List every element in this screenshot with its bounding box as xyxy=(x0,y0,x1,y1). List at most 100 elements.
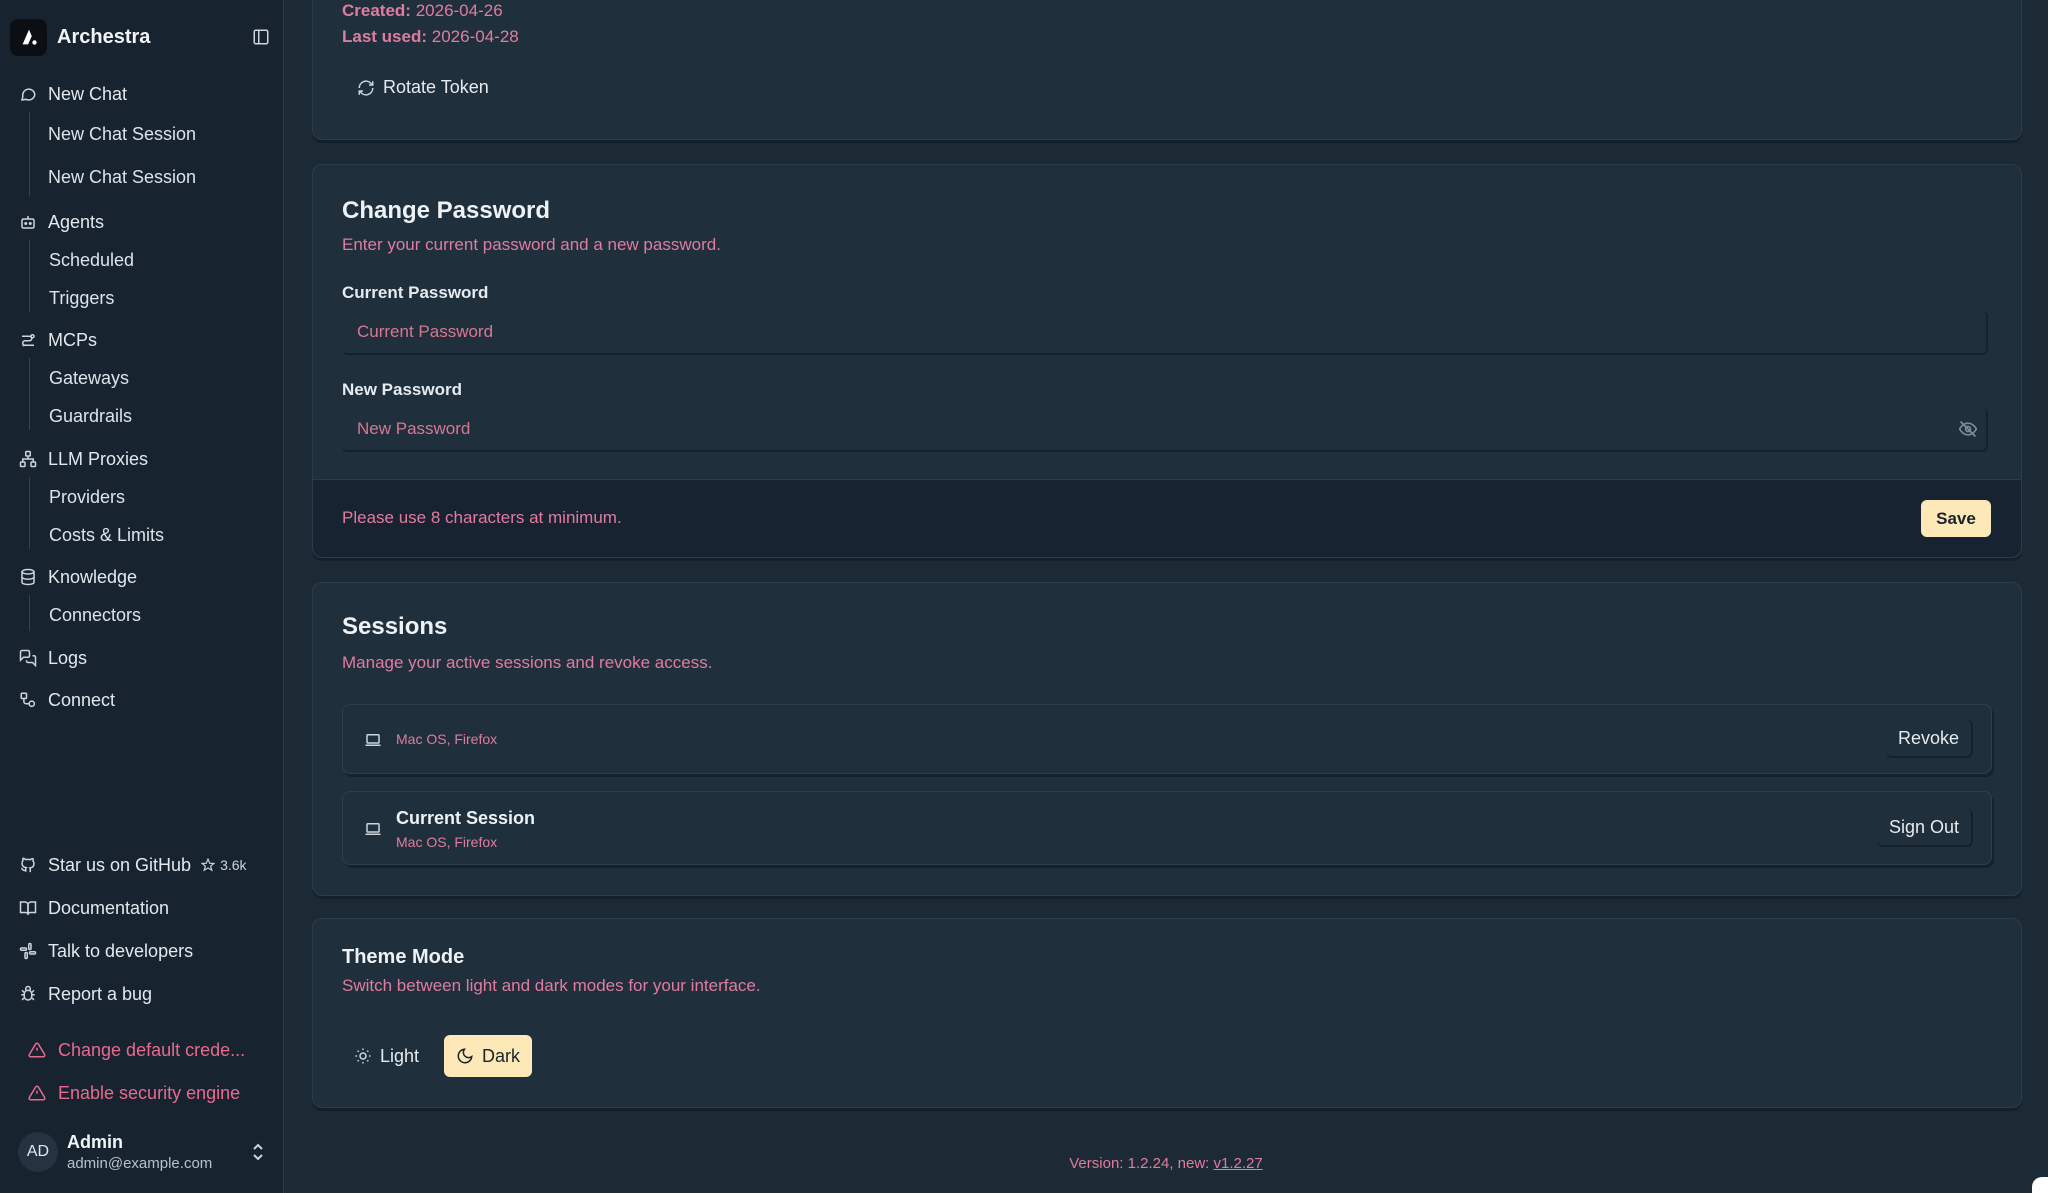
sidebar-item-providers[interactable]: Providers xyxy=(49,482,125,512)
app-name: Archestra xyxy=(57,25,151,48)
sidebar-item-documentation[interactable]: Documentation xyxy=(18,893,169,923)
theme-light-label: Light xyxy=(380,1045,420,1066)
sidebar-item-new-chat[interactable]: New Chat xyxy=(18,79,127,109)
nav-divider-line xyxy=(29,477,30,549)
theme-mode-title: Theme Mode xyxy=(342,946,465,968)
connect-icon xyxy=(18,690,38,710)
bot-icon xyxy=(18,212,38,232)
nav-divider-line xyxy=(29,112,30,196)
chat-bubble-icon xyxy=(18,84,38,104)
token-last-used: Last used: 2026-04-28 xyxy=(342,27,519,47)
nav-divider-line xyxy=(29,358,30,430)
warning-label: Enable security engine xyxy=(58,1082,241,1103)
current-password-input[interactable] xyxy=(342,311,1988,355)
change-password-title: Change Password xyxy=(342,197,551,224)
sidebar-item-logs[interactable]: Logs xyxy=(18,643,87,673)
version-text: Version: 1.2.24, new: xyxy=(1069,1155,1214,1172)
server-icon xyxy=(18,330,38,350)
warning-security-engine[interactable]: Enable security engine xyxy=(28,1079,240,1107)
warning-change-credentials[interactable]: Change default crede... xyxy=(28,1036,245,1064)
corner-decoration xyxy=(2032,1177,2048,1193)
sessions-description: Manage your active sessions and revoke a… xyxy=(342,653,713,672)
sign-out-button[interactable]: Sign Out xyxy=(1876,809,1973,847)
brand[interactable]: Archestra xyxy=(10,18,274,56)
warning-label: Change default crede... xyxy=(58,1039,246,1060)
sidebar-item-github[interactable]: Star us on GitHub 3.6k xyxy=(18,850,247,880)
nav-divider-line xyxy=(29,595,30,631)
sidebar-item-label: Agents xyxy=(48,211,105,232)
sessions-card: Sessions Manage your active sessions and… xyxy=(312,582,2022,896)
session-row: Mac OS, Firefox Revoke xyxy=(342,704,1992,774)
session-title: Current Session xyxy=(396,808,536,828)
sidebar: Archestra New Chat New Chat Session New … xyxy=(0,0,284,1193)
rotate-token-label: Rotate Token xyxy=(383,77,489,97)
sidebar-item-scheduled[interactable]: Scheduled xyxy=(49,245,134,275)
sidebar-item-label: Star us on GitHub xyxy=(48,854,192,875)
sidebar-item-connectors[interactable]: Connectors xyxy=(49,600,141,630)
archestra-logo-icon xyxy=(10,18,47,56)
sidebar-item-costs-limits[interactable]: Costs & Limits xyxy=(49,520,164,550)
revoke-button[interactable]: Revoke xyxy=(1885,720,1973,758)
sidebar-item-triggers[interactable]: Triggers xyxy=(49,283,114,313)
change-password-footer: Please use 8 characters at minimum. Save xyxy=(313,479,2021,557)
network-icon xyxy=(18,449,38,469)
sidebar-item-label: Knowledge xyxy=(48,566,138,587)
version-info: Version: 1.2.24, new: v1.2.27 xyxy=(0,1155,2048,1172)
sidebar-toggle-icon[interactable] xyxy=(250,26,272,48)
laptop-icon xyxy=(364,821,382,837)
sidebar-item-report-bug[interactable]: Report a bug xyxy=(18,979,152,1009)
warning-triangle-icon xyxy=(28,1083,48,1103)
sidebar-item-label: Report a bug xyxy=(48,983,153,1004)
sun-icon xyxy=(354,1047,372,1065)
sidebar-item-label: Connect xyxy=(48,689,116,710)
rotate-token-button[interactable]: Rotate Token xyxy=(357,77,489,98)
refresh-icon xyxy=(357,79,375,97)
theme-dark-label: Dark xyxy=(482,1045,521,1066)
last-used-value: 2026-04-28 xyxy=(431,27,519,46)
last-used-label: Last used: xyxy=(342,27,428,46)
theme-light-button[interactable]: Light xyxy=(342,1035,431,1077)
session-row-current: Current Session Mac OS, Firefox Sign Out xyxy=(342,791,1992,865)
new-password-input[interactable] xyxy=(342,408,1988,452)
created-label: Created: xyxy=(342,1,411,20)
token-created: Created: 2026-04-26 xyxy=(342,1,503,21)
star-icon xyxy=(201,858,216,872)
nav-divider-line xyxy=(29,240,30,312)
warning-triangle-icon xyxy=(28,1040,48,1060)
messages-icon xyxy=(18,648,38,668)
save-button[interactable]: Save xyxy=(1921,500,1991,537)
session-device: Mac OS, Firefox xyxy=(396,834,498,850)
sidebar-item-label: Documentation xyxy=(48,897,170,918)
sidebar-item-chat-session[interactable]: New Chat Session xyxy=(48,162,196,192)
github-stars-count: 3.6k xyxy=(220,857,247,873)
sidebar-item-connect[interactable]: Connect xyxy=(18,685,115,715)
eye-off-icon[interactable] xyxy=(1958,419,1980,441)
password-hint: Please use 8 characters at minimum. xyxy=(342,508,622,527)
sidebar-item-label: MCPs xyxy=(48,329,97,350)
sidebar-item-chat-session[interactable]: New Chat Session xyxy=(48,119,196,149)
sidebar-item-agents[interactable]: Agents xyxy=(18,207,104,237)
new-password-label: New Password xyxy=(342,380,462,399)
moon-icon xyxy=(456,1047,474,1065)
sidebar-item-guardrails[interactable]: Guardrails xyxy=(49,401,132,431)
new-version-link[interactable]: v1.2.27 xyxy=(1214,1155,1263,1172)
theme-dark-button[interactable]: Dark xyxy=(444,1035,533,1077)
sidebar-item-label: Logs xyxy=(48,647,88,668)
change-password-card: Change Password Enter your current passw… xyxy=(312,164,2022,558)
sidebar-item-label: LLM Proxies xyxy=(48,448,149,469)
api-token-card: Created: 2026-04-26 Last used: 2026-04-2… xyxy=(312,0,2022,140)
laptop-icon xyxy=(364,732,382,748)
sidebar-item-label: New Chat xyxy=(48,83,128,104)
sidebar-item-llm-proxies[interactable]: LLM Proxies xyxy=(18,444,148,474)
user-name: Admin xyxy=(67,1132,123,1152)
sessions-title: Sessions xyxy=(342,613,448,640)
sidebar-item-talk-to-developers[interactable]: Talk to developers xyxy=(18,936,193,966)
sidebar-item-knowledge[interactable]: Knowledge xyxy=(18,562,137,592)
bug-icon xyxy=(18,984,38,1004)
created-value: 2026-04-26 xyxy=(415,1,503,20)
database-icon xyxy=(18,567,38,587)
sidebar-item-mcps[interactable]: MCPs xyxy=(18,325,97,355)
sidebar-item-label: Talk to developers xyxy=(48,940,194,961)
theme-mode-card: Theme Mode Switch between light and dark… xyxy=(312,918,2022,1108)
sidebar-item-gateways[interactable]: Gateways xyxy=(49,363,129,393)
